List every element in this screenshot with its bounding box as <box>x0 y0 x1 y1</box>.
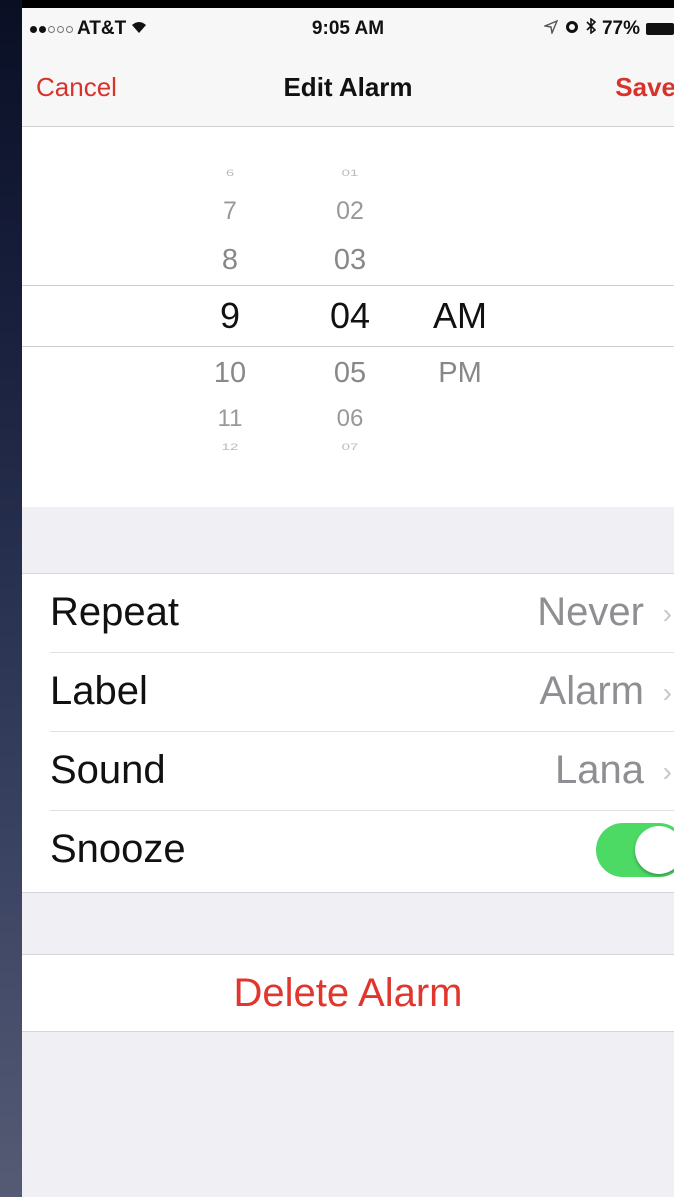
repeat-label: Repeat <box>50 590 179 634</box>
screen: AT&T 9:05 AM 77% Cancel Edit Alarm Save <box>22 8 674 1197</box>
label-label: Label <box>50 669 148 713</box>
sound-value: Lana <box>555 748 644 792</box>
time-picker[interactable]: 6 7 8 9 10 11 12 01 02 03 04 05 06 07 AM… <box>22 127 674 507</box>
device-bezel <box>0 0 22 1197</box>
bluetooth-icon <box>586 17 597 40</box>
hour-item[interactable]: 8 <box>210 244 250 277</box>
minute-item[interactable]: 03 <box>320 244 380 277</box>
alarm-settings-list: Repeat Never › Label Alarm › Sound Lana … <box>22 573 674 893</box>
snooze-label: Snooze <box>50 827 186 871</box>
minute-item[interactable]: 07 <box>320 442 380 452</box>
battery-icon <box>646 23 674 35</box>
period-item[interactable]: PM <box>420 357 500 390</box>
hour-item[interactable]: 10 <box>200 357 260 390</box>
navigation-bar: Cancel Edit Alarm Save <box>22 48 674 127</box>
repeat-value: Never <box>537 590 644 634</box>
status-bar: AT&T 9:05 AM 77% <box>22 8 674 48</box>
minute-item[interactable]: 05 <box>320 357 380 390</box>
sound-label: Sound <box>50 748 166 792</box>
chevron-right-icon: › <box>662 756 672 787</box>
toggle-knob <box>635 826 674 874</box>
alarm-icon <box>564 18 580 40</box>
hour-item[interactable]: 6 <box>210 168 250 178</box>
minute-item-selected[interactable]: 04 <box>312 295 388 337</box>
minute-item[interactable]: 06 <box>320 405 380 433</box>
chevron-right-icon: › <box>662 677 672 708</box>
hour-item[interactable]: 12 <box>205 442 255 452</box>
snooze-row: Snooze <box>50 811 674 889</box>
delete-alarm-label: Delete Alarm <box>233 971 463 1015</box>
hour-item-selected[interactable]: 9 <box>210 295 250 337</box>
minute-item[interactable]: 02 <box>320 197 380 226</box>
page-title: Edit Alarm <box>283 72 413 102</box>
minute-item[interactable]: 01 <box>320 168 380 178</box>
label-row[interactable]: Label Alarm › <box>50 653 674 732</box>
chevron-right-icon: › <box>662 598 672 629</box>
snooze-toggle[interactable] <box>596 823 674 877</box>
label-value: Alarm <box>539 669 644 713</box>
battery-percent: 77% <box>601 18 640 39</box>
period-item-selected[interactable]: AM <box>420 295 500 337</box>
delete-alarm-button[interactable]: Delete Alarm <box>22 954 674 1032</box>
repeat-row[interactable]: Repeat Never › <box>50 574 674 653</box>
hour-item[interactable]: 7 <box>210 197 250 226</box>
hour-item[interactable]: 11 <box>200 405 260 433</box>
status-right: 77% <box>542 17 674 40</box>
location-icon <box>542 18 559 40</box>
sound-row[interactable]: Sound Lana › <box>50 732 674 811</box>
save-button[interactable]: Save <box>615 72 674 103</box>
